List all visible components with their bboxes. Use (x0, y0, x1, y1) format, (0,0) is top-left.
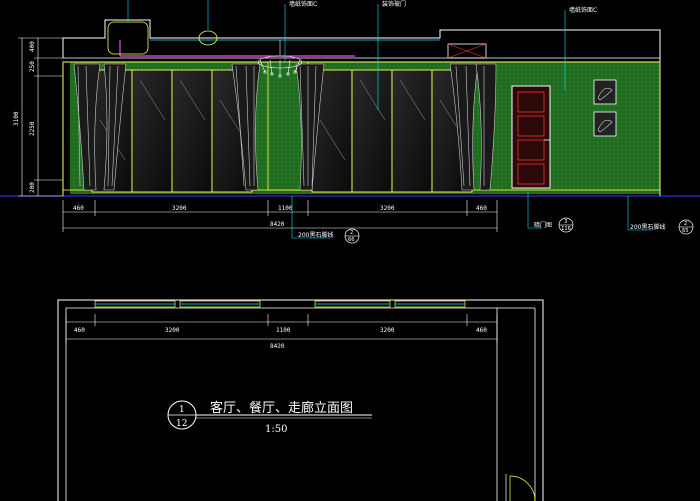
drawing-title: 客厅、餐厅、走廊立面图 (210, 400, 353, 416)
elevation-view: 400 250 2250 200 3100 460 3200 1100 3200… (0, 0, 700, 244)
glass-door-group-right (311, 69, 473, 193)
glass-panel (171, 69, 213, 193)
wall-art-frame-top (593, 79, 617, 105)
plan-dim-4: 460 (476, 327, 487, 334)
plan-openings (94, 300, 466, 308)
plan-dim-2: 1100 (276, 327, 291, 334)
plan-dim-3: 3200 (380, 327, 395, 334)
cad-drawing-canvas: 400 250 2250 200 3100 460 3200 1100 3200… (0, 0, 700, 501)
bottom-dim-4: 460 (476, 205, 487, 212)
ref-bubble-2: 3 116 (558, 217, 574, 233)
top-note-3: 墙纸饰面C (569, 6, 597, 14)
glass-panel (131, 69, 173, 193)
bottom-dim-3: 3200 (380, 205, 395, 212)
ref-bubble-2-bottom: 116 (561, 226, 571, 232)
top-note-2: 装饰玻门 (382, 0, 406, 8)
left-dim-250: 250 (29, 61, 36, 72)
wall-art-frame-bottom (593, 111, 617, 137)
left-dim-200: 200 (29, 182, 36, 193)
bottom-dim-2: 1100 (278, 205, 293, 212)
left-dimension-chain (18, 37, 63, 197)
bottom-dim-total: 8420 (270, 221, 285, 228)
glass-panel (391, 69, 433, 193)
top-note-1: 墙纸饰面C (289, 0, 317, 8)
plan-door-swing (505, 474, 536, 501)
bottom-note-3: 200黑石脚线 (630, 223, 665, 231)
left-dim-2250: 2250 (29, 121, 36, 136)
ref-bubble-1-top: 2 (350, 230, 353, 236)
ref-bubble-2-top: 3 (564, 219, 567, 225)
ref-bubble-3-bottom: 65 (682, 228, 689, 234)
bottom-callouts (291, 192, 652, 239)
drawing-title-block: 1 12 客厅、餐厅、走廊立面图 1:50 (167, 400, 372, 435)
bottom-dim-0: 460 (73, 205, 84, 212)
glass-panel (351, 69, 393, 193)
ref-bubble-3: 2 65 (678, 219, 694, 235)
plan-dim-1: 3200 (165, 327, 180, 334)
plan-dim-total: 8420 (270, 343, 285, 350)
left-dim-400: 400 (29, 41, 36, 52)
ref-bubble-1-bottom: 66 (348, 237, 355, 243)
drawing-scale: 1:50 (265, 424, 287, 435)
ref-bubble-1: 2 66 (344, 228, 360, 244)
chandelier (257, 40, 303, 78)
left-dim-total: 3100 (13, 111, 20, 126)
hidden-door (511, 85, 551, 189)
bottom-dim-1: 3200 (172, 205, 187, 212)
bottom-note-1: 200黑石脚线 (298, 231, 333, 239)
view-number: 1 (179, 405, 185, 415)
plan-dim-0: 460 (74, 327, 85, 334)
ref-bubble-3-top: 2 (684, 221, 687, 227)
bottom-note-2: 暗门图 (534, 221, 552, 229)
ceiling-light-box (107, 21, 149, 55)
sheet-number: 12 (176, 419, 187, 429)
